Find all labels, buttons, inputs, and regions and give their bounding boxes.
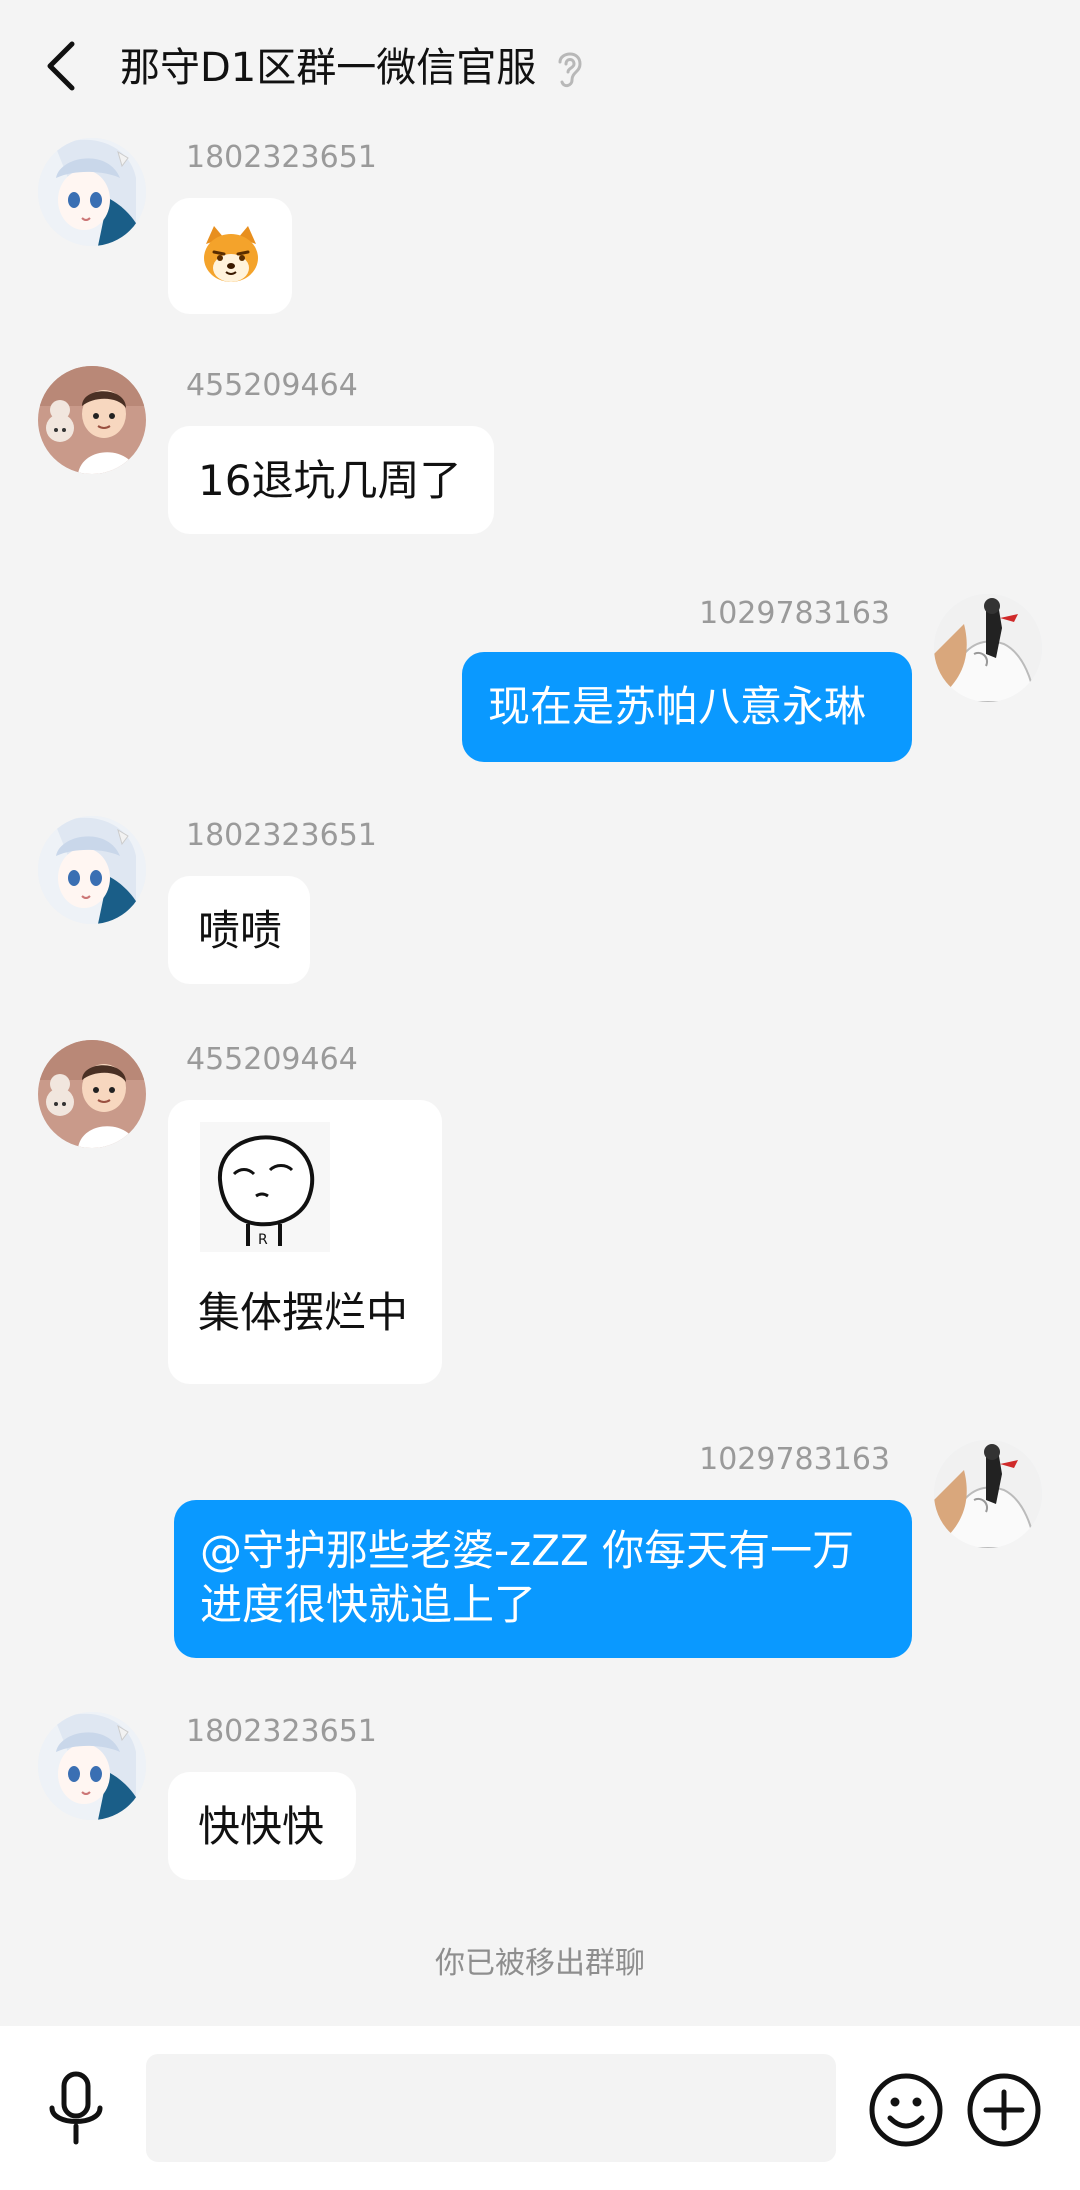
message-bubble[interactable]: 快快快: [168, 1772, 356, 1880]
shiba-dog-sticker: [204, 226, 258, 282]
sender-name: 455209464: [186, 368, 358, 403]
sender-name: 1029783163: [699, 596, 890, 631]
microphone-icon[interactable]: [44, 2070, 108, 2150]
message-text-line-2: 进度很快就追上了: [200, 1580, 537, 1629]
avatar-anime-girl[interactable]: [38, 816, 146, 924]
ear-icon[interactable]: [552, 46, 588, 90]
message-bubble[interactable]: @守护那些老婆-zZZ 你每天有一万 进度很快就追上了: [174, 1500, 912, 1658]
chat-header: 那守D1区群一微信官服: [0, 0, 1080, 140]
avatar-sketch-girl[interactable]: [934, 594, 1042, 702]
avatar-cartoon-boy[interactable]: [38, 1040, 146, 1148]
sender-name: 1802323651: [186, 818, 377, 853]
message-bubble[interactable]: R 集体摆烂中: [168, 1100, 442, 1384]
avatar-sketch-girl[interactable]: [934, 1440, 1042, 1548]
system-notice: 你已被移出群聊: [435, 1946, 645, 1981]
avatar-anime-girl[interactable]: [38, 1712, 146, 1820]
message-bubble[interactable]: 啧啧: [168, 876, 310, 984]
message-bubble[interactable]: [168, 198, 292, 314]
avatar-cartoon-boy[interactable]: [38, 366, 146, 474]
sender-name: 455209464: [186, 1042, 358, 1077]
plus-icon[interactable]: [966, 2072, 1042, 2148]
chevron-left-icon[interactable]: [40, 38, 84, 94]
message-bubble[interactable]: 现在是苏帕八意永琳: [462, 652, 912, 762]
sender-name: 1802323651: [186, 1714, 377, 1749]
emoji-icon[interactable]: [868, 2072, 944, 2148]
message-input[interactable]: [146, 2054, 836, 2162]
message-text: 快快快: [198, 1802, 325, 1851]
chat-title[interactable]: 那守D1区群一微信官服: [120, 40, 536, 96]
sender-name: 1029783163: [699, 1442, 890, 1477]
avatar-anime-girl[interactable]: [38, 138, 146, 246]
input-bar: [0, 2026, 1080, 2190]
message-bubble[interactable]: 16退坑几周了: [168, 426, 494, 534]
sender-name: 1802323651: [186, 140, 377, 175]
doodle-face-sticker: R: [200, 1122, 330, 1252]
message-text: 集体摆烂中: [198, 1288, 409, 1337]
message-text: 啧啧: [198, 906, 283, 955]
message-text: 现在是苏帕八意永琳: [488, 682, 867, 731]
svg-text:R: R: [258, 1232, 268, 1248]
message-text: 16退坑几周了: [198, 456, 462, 505]
message-text-line-1: @守护那些老婆-zZZ 你每天有一万: [200, 1526, 855, 1575]
